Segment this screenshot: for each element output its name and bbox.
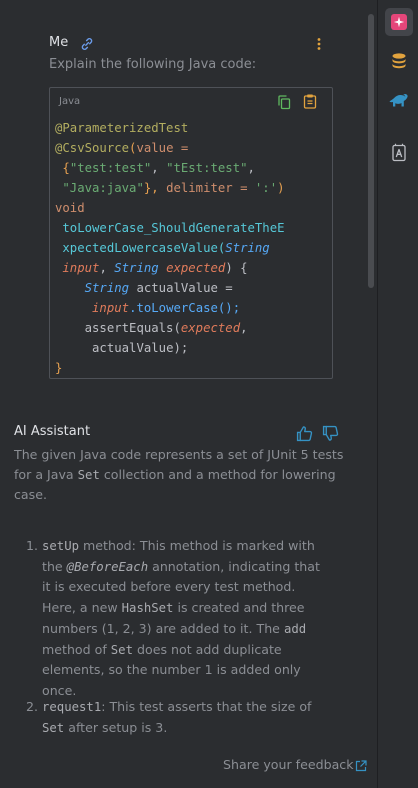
more-icon[interactable]: [311, 36, 327, 52]
inline-code: setUp: [42, 539, 80, 553]
code-token: }: [55, 361, 63, 375]
code-token: {: [62, 161, 70, 175]
copy-icon[interactable]: [276, 94, 292, 110]
code-token: expected: [180, 321, 241, 335]
code-token: value =: [136, 141, 189, 155]
code-token: ): [277, 181, 285, 195]
inline-code: Set: [110, 642, 133, 657]
list-item-body: request1: This test asserts that the siz…: [42, 697, 332, 738]
paste-icon[interactable]: [302, 93, 318, 109]
thumbs-down-icon[interactable]: [322, 425, 339, 442]
code-token: @CsvSource: [55, 141, 130, 155]
code-token: actualValue);: [92, 341, 189, 355]
code-token: String: [225, 241, 270, 255]
code-token: delimiter =: [166, 181, 255, 195]
code-token: actualValue =: [129, 281, 233, 295]
documentation-icon: [392, 143, 406, 162]
database-button[interactable]: [385, 47, 413, 75]
code-token: xpectedLowercaseValue(: [62, 241, 226, 255]
code-language: Java: [59, 96, 81, 107]
user-message-header: Me: [49, 35, 329, 53]
external-link-icon[interactable]: [355, 760, 367, 772]
inline-code: HashSet: [121, 601, 174, 616]
user-prompt: Explain the following Java code:: [49, 57, 257, 72]
scrollbar[interactable]: [368, 14, 374, 288]
list-text: method of: [42, 641, 111, 657]
code-token: expected: [166, 261, 226, 275]
inline-code: Set: [77, 468, 100, 482]
code-token: "tEst:test": [166, 161, 248, 175]
right-tool-rail: [377, 0, 418, 788]
code-token: void: [55, 201, 85, 215]
code-token: ':': [254, 181, 278, 195]
list-item-body: setUp method: This method is marked with…: [42, 536, 332, 702]
assistant-message-header: AI Assistant: [14, 424, 344, 442]
code-token: .toLowerCase();: [129, 301, 241, 315]
code-token: input: [62, 261, 100, 275]
code-token: ,: [99, 261, 115, 275]
database-icon: [392, 53, 406, 69]
inline-code: @BeforeEach: [66, 559, 149, 574]
code-token: assertEquals(: [84, 321, 181, 335]
list-text: : This test asserts that the size of: [101, 699, 312, 714]
code-content: @ParameterizedTest @CsvSource(value = {"…: [55, 118, 285, 378]
ai-assistant-button[interactable]: [385, 8, 413, 36]
code-token: "test:test": [69, 161, 152, 175]
code-token: String: [84, 281, 130, 295]
assistant-name: AI Assistant: [14, 424, 91, 439]
chat-panel: Me Explain the following Java code: Java…: [0, 0, 376, 788]
code-token: ) {: [225, 261, 248, 275]
link-icon[interactable]: [79, 36, 95, 52]
code-token: toLowerCase_ShouldGenerateTheE: [62, 221, 285, 235]
code-token: String: [114, 261, 159, 275]
inline-code: request1: [42, 700, 102, 714]
code-token: @ParameterizedTest: [55, 121, 189, 135]
ai-assistant-icon: [391, 14, 407, 30]
gradle-elephant-icon: [389, 93, 408, 107]
code-block: Java @ParameterizedTest @CsvSource(value…: [49, 87, 333, 379]
gradle-button[interactable]: [385, 86, 413, 114]
list-text: after setup is 3.: [64, 719, 168, 735]
user-name: Me: [49, 35, 69, 50]
code-token: ,: [240, 321, 248, 335]
code-token: input: [92, 301, 130, 315]
thumbs-up-icon[interactable]: [296, 425, 313, 442]
list-number: 1.: [26, 538, 39, 553]
documentation-button[interactable]: [385, 139, 413, 167]
feedback-link[interactable]: Share your feedback: [223, 757, 354, 772]
inline-code: Set: [42, 720, 65, 735]
code-token: ,: [247, 161, 255, 175]
code-token: },: [143, 181, 167, 195]
code-token: ,: [151, 161, 167, 175]
inline-code: add: [283, 621, 307, 636]
assistant-intro: The given Java code represents a set of …: [14, 445, 344, 505]
list-number: 2.: [26, 699, 39, 714]
code-token: "Java:java": [62, 181, 144, 195]
